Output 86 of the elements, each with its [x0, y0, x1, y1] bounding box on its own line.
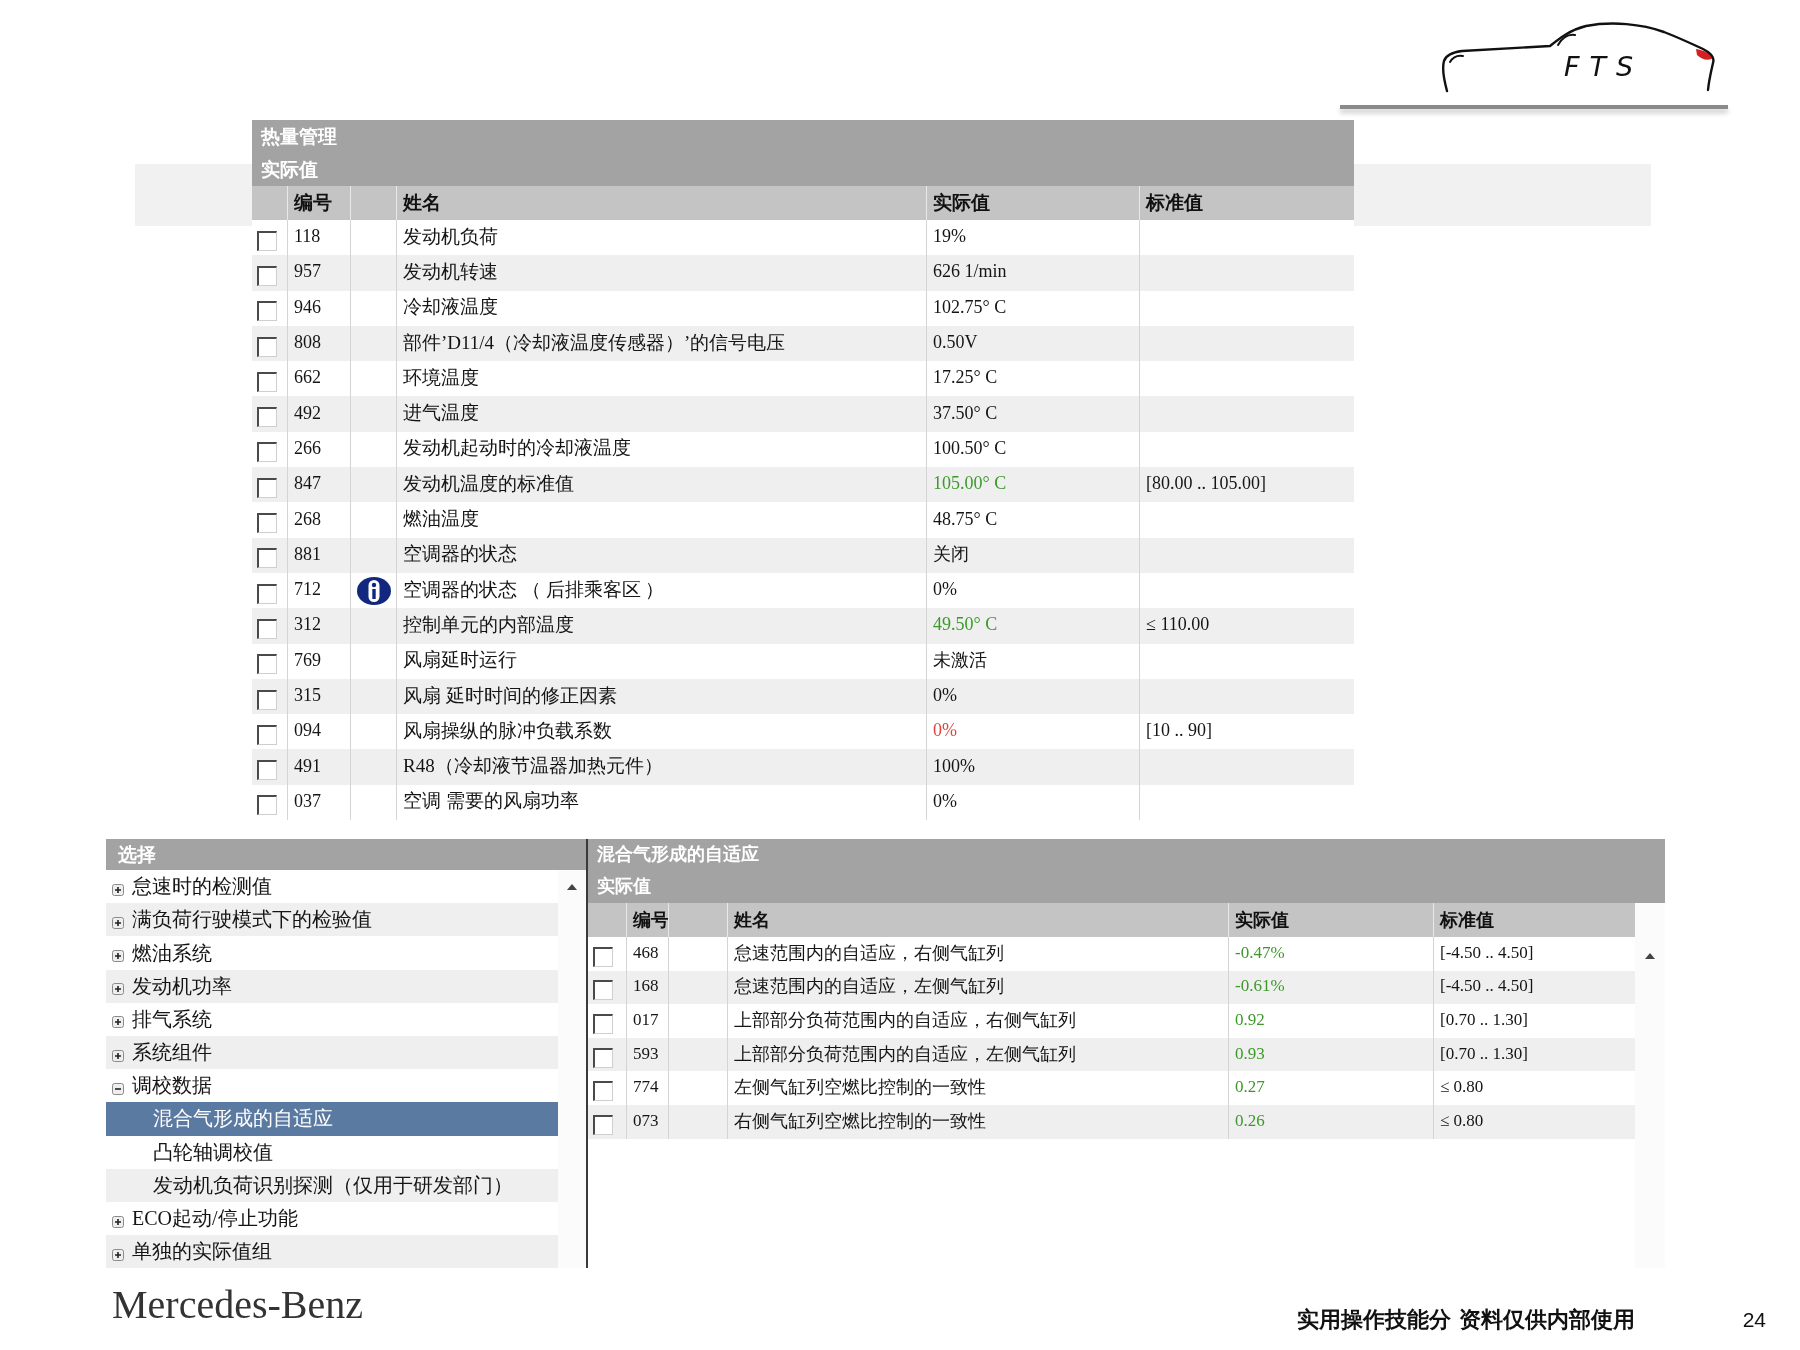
checkbox[interactable] — [593, 1014, 613, 1035]
id-cell: 946 — [287, 290, 350, 326]
id-cell: 881 — [287, 537, 350, 573]
id-cell: 017 — [626, 1004, 668, 1038]
tree-item[interactable]: 发动机负荷识别探测（仅用于研发部门） — [106, 1168, 558, 1202]
value-cell: 100% — [926, 749, 1139, 785]
tree-item[interactable]: 混合气形成的自适应 — [106, 1102, 558, 1136]
value-cell: 未激活 — [926, 643, 1139, 679]
checkbox[interactable] — [257, 654, 277, 675]
plus-icon[interactable] — [112, 1248, 124, 1261]
id-cell: 468 — [626, 937, 668, 971]
checkbox[interactable] — [257, 336, 277, 357]
name-cell: 控制单元的内部温度 — [396, 608, 926, 644]
checkbox[interactable] — [257, 795, 277, 816]
name-cell: 空调器的状态 — [396, 537, 926, 573]
checkbox[interactable] — [257, 371, 277, 392]
checkbox[interactable] — [257, 724, 277, 745]
panel-subtitle: 实际值 — [261, 157, 318, 182]
id-cell: 312 — [287, 608, 350, 644]
checkbox[interactable] — [593, 1114, 613, 1135]
checkbox[interactable] — [593, 1047, 613, 1068]
checkbox[interactable] — [257, 442, 277, 463]
plus-icon[interactable] — [112, 1016, 124, 1029]
name-cell: 发动机转速 — [396, 255, 926, 291]
checkbox[interactable] — [257, 583, 277, 604]
plus-icon[interactable] — [112, 916, 124, 929]
value-cell: 37.50° C — [926, 396, 1139, 432]
panel-title: 热量管理 — [261, 124, 337, 149]
checkbox[interactable] — [593, 1081, 613, 1102]
value-cell: -0.47% — [1228, 937, 1433, 971]
checkbox[interactable] — [257, 760, 277, 781]
value-cell: 102.75° C — [926, 290, 1139, 326]
id-cell: 492 — [287, 396, 350, 432]
tree-item[interactable]: 满负荷行驶模式下的检验值 — [106, 903, 558, 937]
name-cell: 进气温度 — [396, 396, 926, 432]
scroll-up-icon[interactable] — [567, 884, 577, 891]
checkbox[interactable] — [593, 980, 613, 1001]
id-cell: 268 — [287, 502, 350, 538]
value-cell: 0.92 — [1228, 1004, 1433, 1038]
checkbox[interactable] — [593, 946, 613, 967]
panel-subtitle: 实际值 — [597, 874, 651, 899]
name-cell: 怠速范围内的自适应，右侧气缸列 — [727, 937, 1228, 971]
checkbox[interactable] — [257, 689, 277, 710]
plus-icon[interactable] — [112, 1049, 124, 1062]
checkbox[interactable] — [257, 407, 277, 428]
standard-cell: ≤ 110.00 — [1139, 608, 1354, 644]
brand-wordmark: Mercedes-Benz — [112, 1282, 363, 1329]
plus-icon[interactable] — [112, 983, 124, 996]
id-cell: 769 — [287, 643, 350, 679]
panel-title: 混合气形成的自适应 — [597, 842, 759, 867]
id-cell: 037 — [287, 784, 350, 821]
id-cell: 073 — [626, 1105, 668, 1139]
name-cell: 风扇延时运行 — [396, 643, 926, 679]
value-cell: 0% — [926, 784, 1139, 821]
tree-item[interactable]: 单独的实际值组 — [106, 1235, 558, 1269]
plus-icon[interactable] — [112, 883, 124, 896]
footer-note: 实用操作技能分 资料仅供内部使用 — [1296, 1306, 1635, 1335]
plus-icon[interactable] — [112, 950, 124, 962]
tree-item[interactable]: 系统组件 — [106, 1036, 558, 1070]
logo-text: FTS — [1564, 52, 1644, 82]
checkbox[interactable] — [257, 513, 277, 533]
name-cell: 右侧气缸列空燃比控制的一致性 — [727, 1105, 1228, 1139]
name-cell: 冷却液温度 — [396, 290, 926, 326]
checkbox[interactable] — [257, 477, 277, 498]
checkbox[interactable] — [257, 618, 277, 639]
value-cell: 0.26 — [1228, 1105, 1433, 1139]
plus-icon[interactable] — [112, 1215, 124, 1228]
value-cell: 关闭 — [926, 537, 1139, 573]
scroll-up-icon[interactable] — [1645, 953, 1655, 960]
minus-icon[interactable] — [112, 1082, 124, 1095]
name-cell: 空调 需要的风扇功率 — [396, 784, 926, 821]
value-cell: 48.75° C — [926, 502, 1139, 538]
tree-item[interactable]: 发动机功率 — [106, 969, 558, 1003]
checkbox[interactable] — [257, 265, 277, 286]
value-cell: 626 1/min — [926, 255, 1139, 291]
checkbox[interactable] — [257, 301, 277, 322]
id-cell: 957 — [287, 255, 350, 291]
name-cell: 上部部分负荷范围内的自适应，右侧气缸列 — [727, 1004, 1228, 1038]
panel-title: 选择 — [106, 839, 586, 871]
checkbox[interactable] — [257, 548, 277, 569]
page-number: 24 — [1742, 1307, 1766, 1334]
name-cell: 燃油温度 — [396, 502, 926, 538]
name-cell: R48（冷却液节温器加热元件） — [396, 749, 926, 785]
id-cell: 491 — [287, 749, 350, 785]
checkbox[interactable] — [257, 230, 277, 251]
value-cell: 49.50° C — [926, 608, 1139, 644]
